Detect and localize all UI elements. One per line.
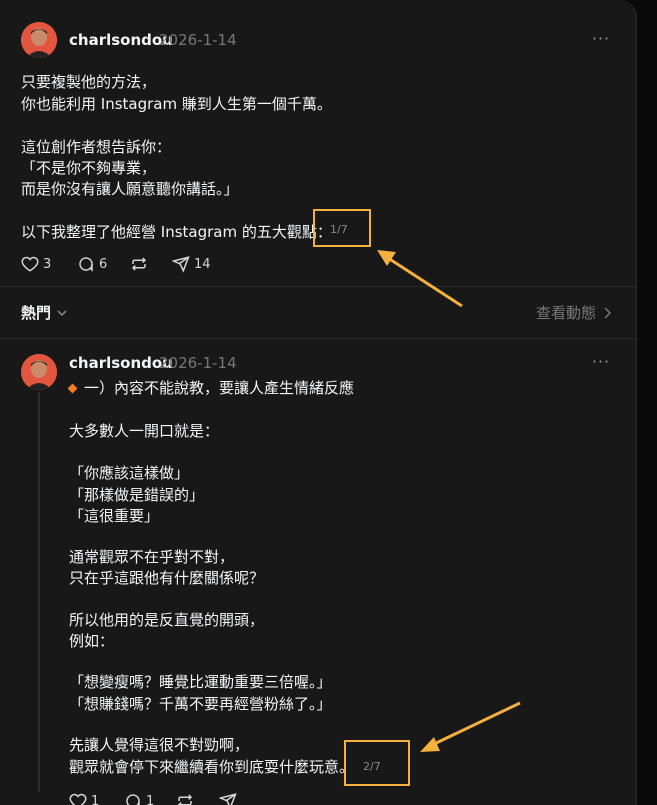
heart-icon — [69, 793, 87, 805]
share-icon — [219, 793, 237, 805]
comment-icon — [79, 257, 93, 272]
post-text-line: 只要複製他的方法， — [21, 73, 157, 91]
comment-button[interactable]: 6 — [77, 255, 107, 273]
view-activity-label: 查看動態 — [536, 304, 597, 322]
share-button[interactable]: 14 — [172, 255, 211, 273]
comment-count: 1 — [146, 793, 155, 805]
repost-icon — [177, 794, 193, 805]
timestamp: 2026-1-14 — [159, 354, 237, 372]
avatar[interactable] — [21, 22, 57, 58]
comment-icon — [126, 794, 140, 805]
like-button[interactable]: 1 — [69, 792, 99, 805]
post-text-line: 例如： — [69, 632, 115, 650]
thread-card: charlsondou 2026-1-14 ··· 只要複製他的方法， 你也能利… — [0, 0, 637, 805]
post-heading: 一）內容不能說教，要讓人產生情緒反應 — [67, 377, 355, 398]
sort-dropdown[interactable]: 熱門 — [21, 302, 67, 323]
chevron-down-icon — [57, 309, 67, 316]
post-text-line: 以下我整理了他經營 Instagram 的五大觀點： — [21, 223, 332, 241]
post-text-line: 大多數人一開口就是： — [69, 422, 220, 440]
highlight-box — [313, 209, 371, 247]
username[interactable]: charlsondou — [69, 31, 173, 49]
view-activity-link[interactable]: 查看動態 — [536, 302, 612, 323]
sort-label: 熱門 — [21, 304, 52, 322]
post-text-line: 「那樣做是錯誤的」 — [69, 486, 205, 504]
highlight-box — [344, 740, 410, 786]
like-button[interactable]: 3 — [21, 255, 51, 273]
post-text-line: 先讓人覺得這很不對勁啊， — [69, 736, 250, 754]
timestamp: 2026-1-14 — [159, 31, 237, 49]
post-text-line: 「這很重要」 — [69, 507, 160, 525]
post-text-line: 「想變瘦嗎？睡覺比運動重要三倍喔。」 — [69, 673, 332, 691]
post-text-line: 你也能利用 Instagram 賺到人生第一個千萬。 — [21, 95, 332, 113]
repost-button[interactable] — [176, 792, 194, 805]
share-count: 14 — [194, 256, 211, 272]
avatar[interactable] — [21, 354, 57, 390]
post-heading-text: 一）內容不能說教，要讓人產生情緒反應 — [84, 379, 355, 397]
thread-connector — [38, 392, 40, 792]
post-text-line: 觀眾就會停下來繼續看你到底耍什麼玩意。 — [69, 758, 355, 776]
comment-count: 6 — [99, 256, 108, 272]
share-button[interactable] — [219, 792, 237, 805]
post-text-line: 「不是你不夠專業， — [21, 159, 157, 177]
more-icon[interactable]: ··· — [589, 31, 613, 52]
post-text-line: 「你應該這樣做」 — [69, 464, 190, 482]
comment-button[interactable]: 1 — [124, 792, 154, 805]
divider — [0, 286, 636, 287]
threads-page: charlsondou 2026-1-14 ··· 只要複製他的方法， 你也能利… — [0, 0, 657, 805]
repost-icon — [131, 257, 147, 271]
post-text-line: 所以他用的是反直覺的開頭， — [69, 611, 265, 629]
username[interactable]: charlsondou — [69, 354, 173, 372]
diamond-bullet-icon — [67, 383, 78, 394]
like-count: 3 — [43, 256, 52, 272]
chevron-right-icon — [604, 306, 612, 319]
more-icon[interactable]: ··· — [589, 354, 613, 375]
heart-icon — [21, 256, 39, 272]
repost-button[interactable] — [130, 255, 148, 273]
post-text-line: 只在乎這跟他有什麼關係呢？ — [69, 569, 265, 587]
post-text-line: 而是你沒有讓人願意聽你講話。」 — [21, 180, 239, 198]
post-text-line: 這位創作者想告訴你： — [21, 138, 172, 156]
post-text-line: 通常觀眾不在乎對不對， — [69, 548, 235, 566]
like-count: 1 — [91, 793, 100, 805]
share-icon — [172, 256, 190, 273]
post-text-line: 「想賺錢嗎？千萬不要再經營粉絲了。」 — [69, 695, 332, 713]
divider — [0, 338, 636, 339]
